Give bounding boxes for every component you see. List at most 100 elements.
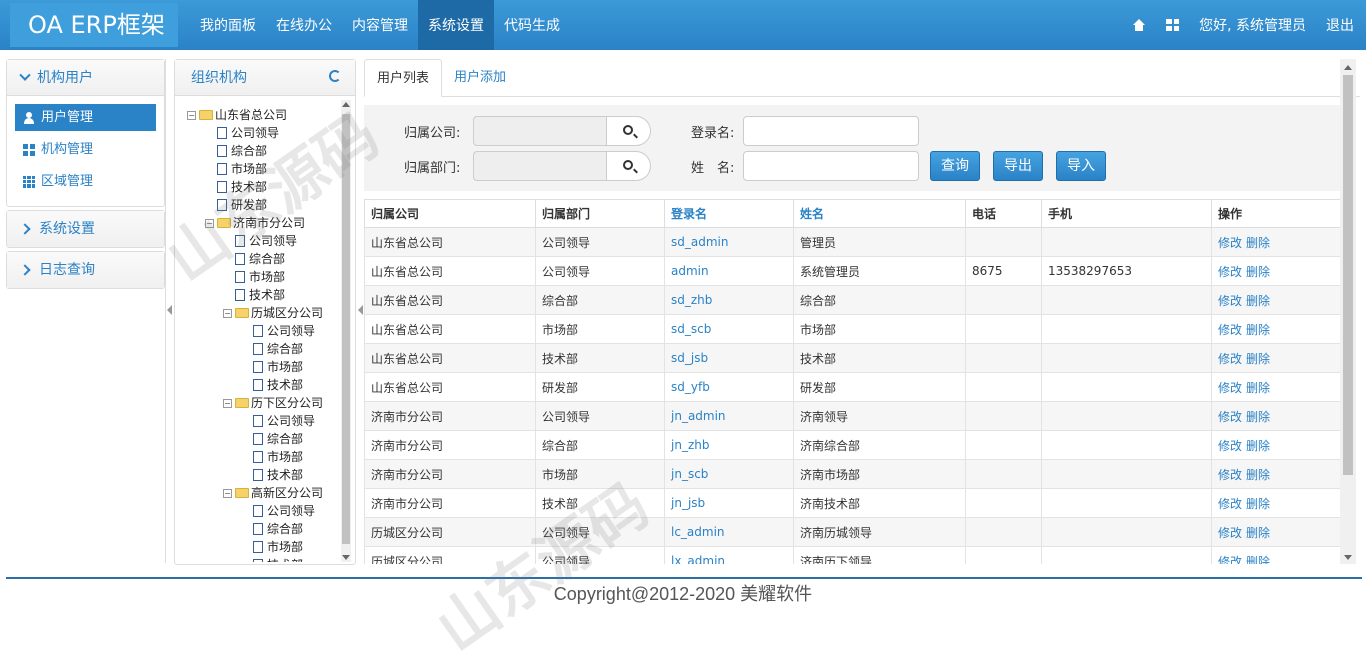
delete-link[interactable]: 删除 [1246, 497, 1270, 511]
edit-link[interactable]: 修改 [1218, 555, 1242, 565]
tree-folder-node[interactable]: − 历城区分公司 [187, 304, 339, 322]
tree-scrollbar[interactable] [341, 100, 351, 562]
cell-login-name[interactable]: jn_admin [664, 401, 794, 431]
edit-link[interactable]: 修改 [1218, 468, 1242, 482]
tree-leaf-node[interactable]: 市场部 [187, 160, 339, 178]
tree-leaf-node[interactable]: 综合部 [187, 250, 339, 268]
delete-link[interactable]: 删除 [1246, 381, 1270, 395]
scroll-down-icon[interactable] [342, 555, 350, 560]
cell-login-name[interactable]: jn_zhb [664, 430, 794, 460]
scroll-down-icon[interactable] [1344, 555, 1352, 560]
main-scrollbar[interactable] [1340, 59, 1356, 564]
cell-login-name[interactable]: jn_scb [664, 459, 794, 489]
delete-link[interactable]: 删除 [1246, 294, 1270, 308]
edit-link[interactable]: 修改 [1218, 265, 1242, 279]
cell-login-name[interactable]: lc_admin [664, 517, 794, 547]
company-input[interactable] [473, 116, 607, 146]
delete-link[interactable]: 删除 [1246, 555, 1270, 565]
edit-link[interactable]: 修改 [1218, 323, 1242, 337]
sidebar-item-org-management[interactable]: 机构管理 [15, 136, 156, 163]
delete-link[interactable]: 删除 [1246, 352, 1270, 366]
tree-leaf-node[interactable]: 技术部 [187, 466, 339, 484]
scroll-thumb[interactable] [342, 114, 350, 544]
edit-link[interactable]: 修改 [1218, 526, 1242, 540]
edit-link[interactable]: 修改 [1218, 410, 1242, 424]
cell-login-name[interactable]: lx_admin [664, 546, 794, 564]
edit-link[interactable]: 修改 [1218, 497, 1242, 511]
delete-link[interactable]: 删除 [1246, 323, 1270, 337]
tree-leaf-node[interactable]: 公司领导 [187, 322, 339, 340]
cell-login-name[interactable]: jn_jsb [664, 488, 794, 518]
tree-leaf-node[interactable]: 公司领导 [187, 412, 339, 430]
tree-leaf-node[interactable]: 技术部 [187, 286, 339, 304]
tree-leaf-node[interactable]: 市场部 [187, 448, 339, 466]
dept-input[interactable] [473, 151, 607, 181]
tree-folder-node[interactable]: − 山东省总公司 [187, 106, 339, 124]
collapse-icon[interactable]: − [223, 488, 232, 498]
home-button[interactable] [1122, 19, 1156, 31]
nav-system-settings[interactable]: 系统设置 [418, 0, 494, 50]
nav-content-management[interactable]: 内容管理 [342, 0, 418, 50]
collapse-icon[interactable]: − [205, 218, 214, 228]
apps-button[interactable] [1156, 19, 1189, 31]
tab-user-list[interactable]: 用户列表 [364, 59, 443, 97]
delete-link[interactable]: 删除 [1246, 236, 1270, 250]
tree-leaf-node[interactable]: 公司领导 [187, 124, 339, 142]
edit-link[interactable]: 修改 [1218, 352, 1242, 366]
collapse-icon[interactable]: − [223, 308, 232, 318]
dept-search-button[interactable] [607, 151, 651, 181]
section-log-query-header[interactable]: 日志查询 [7, 252, 164, 288]
cell-login-name[interactable]: admin [664, 256, 794, 286]
company-search-button[interactable] [607, 116, 651, 146]
app-brand[interactable]: OA ERP框架 [10, 3, 178, 47]
cell-login-name[interactable]: sd_admin [664, 227, 794, 257]
delete-link[interactable]: 删除 [1246, 526, 1270, 540]
delete-link[interactable]: 删除 [1246, 439, 1270, 453]
cell-login-name[interactable]: sd_yfb [664, 372, 794, 402]
col-login-name[interactable]: 登录名 [664, 199, 794, 228]
tree-leaf-node[interactable]: 综合部 [187, 430, 339, 448]
scroll-up-icon[interactable] [1344, 65, 1352, 70]
edit-link[interactable]: 修改 [1218, 439, 1242, 453]
export-button[interactable]: 导出 [993, 151, 1043, 181]
col-name[interactable]: 姓名 [793, 199, 966, 228]
sidebar-item-user-management[interactable]: 用户管理 [15, 104, 156, 131]
tree-folder-node[interactable]: − 历下区分公司 [187, 394, 339, 412]
company-picker[interactable] [473, 116, 651, 146]
refresh-icon[interactable] [329, 70, 341, 82]
tree-folder-node[interactable]: − 高新区分公司 [187, 484, 339, 502]
sidebar-item-area-management[interactable]: 区域管理 [15, 168, 156, 195]
nav-dashboard[interactable]: 我的面板 [190, 0, 266, 50]
tree-leaf-node[interactable]: 技术部 [187, 178, 339, 196]
delete-link[interactable]: 删除 [1246, 468, 1270, 482]
tree-leaf-node[interactable]: 技术部 [187, 556, 339, 562]
scroll-thumb[interactable] [1343, 75, 1353, 475]
cell-login-name[interactable]: sd_scb [664, 314, 794, 344]
tree-leaf-node[interactable]: 市场部 [187, 268, 339, 286]
cell-login-name[interactable]: sd_jsb [664, 343, 794, 373]
dept-picker[interactable] [473, 151, 651, 181]
edit-link[interactable]: 修改 [1218, 236, 1242, 250]
logout-link[interactable]: 退出 [1316, 15, 1366, 35]
delete-link[interactable]: 删除 [1246, 265, 1270, 279]
edit-link[interactable]: 修改 [1218, 294, 1242, 308]
collapse-tree-handle[interactable] [358, 305, 363, 315]
collapse-icon[interactable]: − [223, 398, 232, 408]
cell-login-name[interactable]: sd_zhb [664, 285, 794, 315]
tree-leaf-node[interactable]: 公司领导 [187, 232, 339, 250]
edit-link[interactable]: 修改 [1218, 381, 1242, 395]
delete-link[interactable]: 删除 [1246, 410, 1270, 424]
user-greeting[interactable]: 您好, 系统管理员 [1189, 15, 1316, 35]
import-button[interactable]: 导入 [1056, 151, 1106, 181]
tree-leaf-node[interactable]: 公司领导 [187, 502, 339, 520]
tree-leaf-node[interactable]: 市场部 [187, 358, 339, 376]
tree-leaf-node[interactable]: 市场部 [187, 538, 339, 556]
tree-leaf-node[interactable]: 综合部 [187, 340, 339, 358]
section-org-users-header[interactable]: 机构用户 [7, 60, 164, 96]
collapse-sidebar-handle[interactable] [167, 305, 172, 315]
login-name-input[interactable] [743, 116, 919, 146]
tree-leaf-node[interactable]: 研发部 [187, 196, 339, 214]
collapse-icon[interactable]: − [187, 110, 196, 120]
tree-folder-node[interactable]: − 济南市分公司 [187, 214, 339, 232]
name-input[interactable] [743, 151, 919, 181]
